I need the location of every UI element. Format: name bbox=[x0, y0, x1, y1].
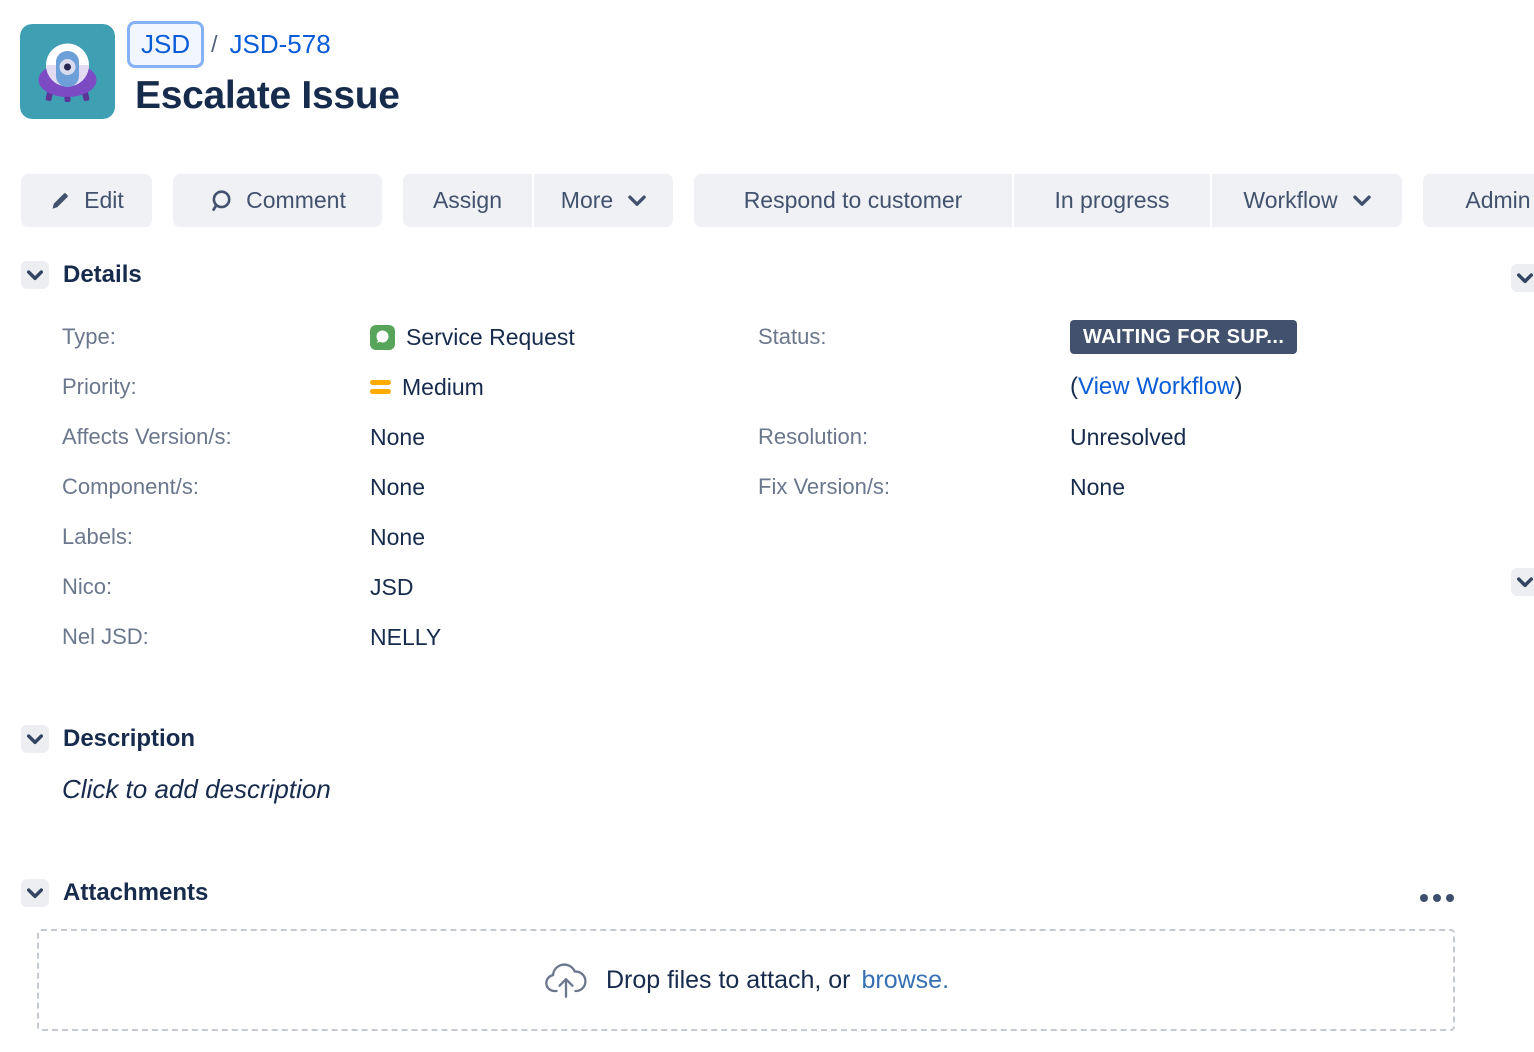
more-button[interactable]: More bbox=[534, 174, 673, 227]
paren-close: ) bbox=[1235, 373, 1243, 400]
details-section-title: Details bbox=[63, 261, 142, 289]
admin-button-label: Admin bbox=[1465, 187, 1530, 214]
type-value-text: Service Request bbox=[406, 324, 575, 351]
description-collapse-button[interactable] bbox=[21, 725, 49, 753]
edit-button-label: Edit bbox=[84, 187, 124, 214]
assign-button[interactable]: Assign bbox=[403, 174, 532, 227]
details-section-header: Details bbox=[21, 261, 142, 289]
breadcrumb-separator: / bbox=[211, 31, 217, 58]
field-label: Type: bbox=[62, 324, 370, 350]
browse-link[interactable]: browse. bbox=[862, 966, 950, 995]
field-row-resolution: Resolution: Unresolved bbox=[758, 412, 1458, 462]
description-placeholder[interactable]: Click to add description bbox=[62, 774, 331, 805]
right-panel-collapse-button[interactable] bbox=[1511, 264, 1534, 292]
field-value: None bbox=[370, 474, 425, 501]
field-row-nico: Nico: JSD bbox=[62, 562, 758, 612]
assign-button-label: Assign bbox=[433, 187, 502, 214]
field-value: None bbox=[1070, 474, 1125, 501]
details-fields: Type: Service Request Priority: Medium A… bbox=[62, 312, 1534, 662]
attachment-dropzone[interactable]: Drop files to attach, or browse. bbox=[37, 929, 1455, 1031]
chevron-down-icon bbox=[1353, 195, 1371, 207]
field-row-affects-versions: Affects Version/s: None bbox=[62, 412, 758, 462]
respond-to-customer-label: Respond to customer bbox=[744, 187, 963, 214]
dot bbox=[1433, 894, 1441, 902]
details-right-column: Status: WAITING FOR SUP... (View Workflo… bbox=[758, 312, 1458, 662]
field-label: Resolution: bbox=[758, 424, 1070, 450]
pencil-icon bbox=[49, 190, 71, 212]
breadcrumb: JSD / JSD-578 bbox=[127, 20, 331, 68]
breadcrumb-issue-link[interactable]: JSD-578 bbox=[230, 29, 331, 60]
workflow-button[interactable]: Workflow bbox=[1212, 174, 1402, 227]
field-label: Priority: bbox=[62, 374, 370, 400]
respond-to-customer-button[interactable]: Respond to customer bbox=[694, 174, 1012, 227]
field-value: Medium bbox=[370, 374, 484, 401]
assign-more-group: Assign More bbox=[403, 174, 673, 227]
attachments-collapse-button[interactable] bbox=[21, 879, 49, 907]
field-value: None bbox=[370, 424, 425, 451]
edit-button[interactable]: Edit bbox=[21, 174, 152, 227]
chevron-down-icon bbox=[27, 270, 43, 281]
comment-button[interactable]: Comment bbox=[173, 174, 382, 227]
field-label: Nico: bbox=[62, 574, 370, 600]
details-left-column: Type: Service Request Priority: Medium A… bbox=[62, 312, 758, 662]
field-label: Affects Version/s: bbox=[62, 424, 370, 450]
field-value: NELLY bbox=[370, 624, 441, 651]
field-row-status: Status: WAITING FOR SUP... bbox=[758, 312, 1458, 362]
details-collapse-button[interactable] bbox=[21, 261, 49, 289]
description-section-title: Description bbox=[63, 725, 195, 753]
field-row-type: Type: Service Request bbox=[62, 312, 758, 362]
chevron-down-icon bbox=[628, 195, 646, 207]
field-row-priority: Priority: Medium bbox=[62, 362, 758, 412]
in-progress-label: In progress bbox=[1054, 187, 1169, 214]
priority-medium-icon bbox=[370, 380, 391, 394]
dot bbox=[1446, 894, 1454, 902]
field-value: None bbox=[370, 524, 425, 551]
page-title: Escalate Issue bbox=[135, 74, 400, 118]
project-avatar bbox=[20, 24, 115, 119]
cloud-upload-icon bbox=[543, 961, 589, 999]
description-section-header: Description bbox=[21, 725, 195, 753]
issue-toolbar: Edit Comment Assign More Respond to cust… bbox=[21, 174, 1534, 227]
status-badge: WAITING FOR SUP... bbox=[1070, 320, 1297, 354]
field-label: Nel JSD: bbox=[62, 624, 370, 650]
field-value: Service Request bbox=[370, 324, 575, 351]
breadcrumb-project-link[interactable]: JSD bbox=[127, 21, 204, 68]
view-workflow-wrap: (View Workflow) bbox=[1070, 373, 1243, 401]
admin-button[interactable]: Admin bbox=[1423, 174, 1534, 227]
comment-icon bbox=[209, 189, 233, 213]
dropzone-text: Drop files to attach, or bbox=[606, 966, 851, 995]
field-value: Unresolved bbox=[1070, 424, 1186, 451]
attachments-section-title: Attachments bbox=[63, 879, 208, 907]
chevron-down-icon bbox=[27, 888, 43, 899]
service-request-icon bbox=[370, 325, 395, 350]
field-row-nel-jsd: Nel JSD: NELLY bbox=[62, 612, 758, 662]
attachments-options-button[interactable] bbox=[1416, 890, 1458, 906]
view-workflow-link[interactable]: View Workflow bbox=[1078, 373, 1235, 400]
workflow-transition-group: Respond to customer In progress Workflow bbox=[694, 174, 1402, 227]
field-label: Fix Version/s: bbox=[758, 474, 1070, 500]
field-label: Status: bbox=[758, 324, 1070, 350]
chevron-down-icon bbox=[27, 734, 43, 745]
field-label: Labels: bbox=[62, 524, 370, 550]
field-label: Component/s: bbox=[62, 474, 370, 500]
workflow-button-label: Workflow bbox=[1243, 187, 1337, 214]
field-value: JSD bbox=[370, 574, 413, 601]
paren-open: ( bbox=[1070, 373, 1078, 400]
dot bbox=[1420, 894, 1428, 902]
field-row-components: Component/s: None bbox=[62, 462, 758, 512]
field-row-fix-versions: Fix Version/s: None bbox=[758, 462, 1458, 512]
field-row-labels: Labels: None bbox=[62, 512, 758, 562]
attachments-section-header: Attachments bbox=[21, 879, 208, 907]
in-progress-button[interactable]: In progress bbox=[1014, 174, 1210, 227]
field-row-view-workflow: (View Workflow) bbox=[758, 362, 1458, 412]
more-button-label: More bbox=[561, 187, 613, 214]
chevron-down-icon bbox=[1517, 273, 1533, 284]
priority-value-text: Medium bbox=[402, 374, 484, 401]
comment-button-label: Comment bbox=[246, 187, 346, 214]
